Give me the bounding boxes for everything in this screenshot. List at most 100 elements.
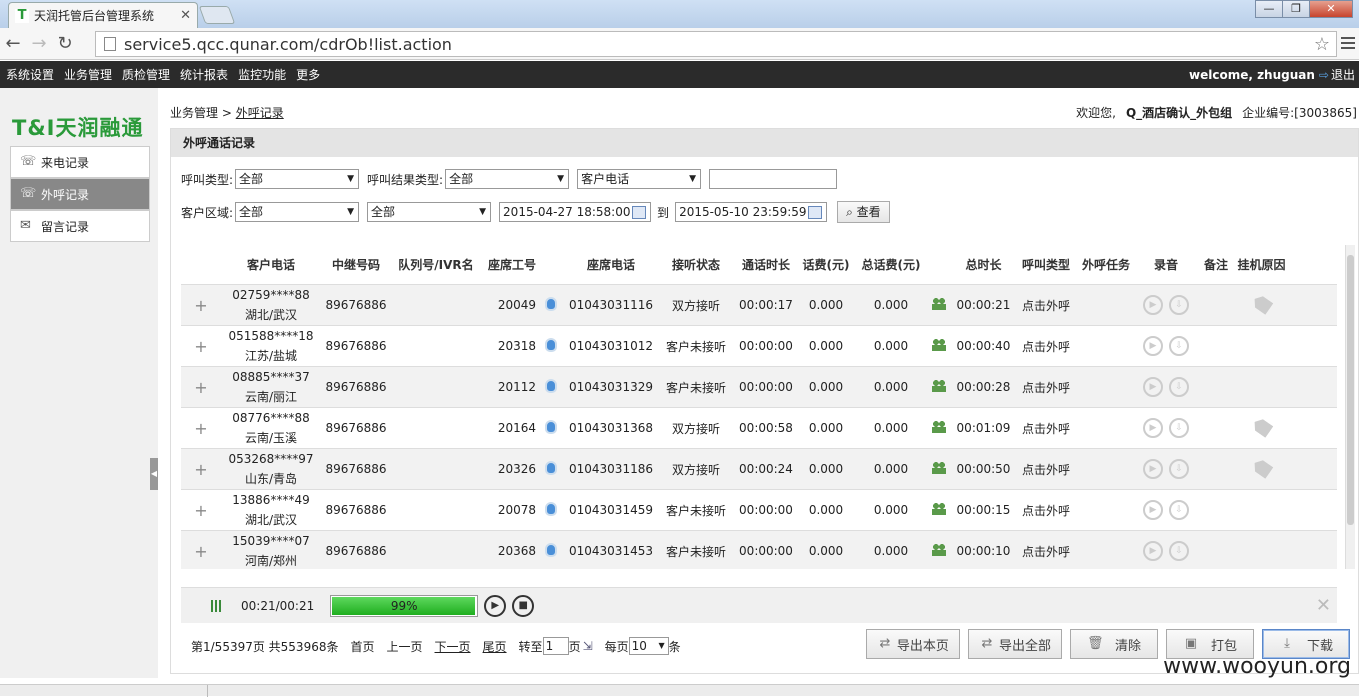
search-value-input[interactable] bbox=[709, 169, 838, 189]
download-recording-icon[interactable]: ⇩ bbox=[1169, 541, 1189, 561]
download-recording-icon[interactable]: ⇩ bbox=[1169, 336, 1189, 356]
minimize-button[interactable]: — bbox=[1255, 0, 1283, 18]
nav-item-system[interactable]: 系统设置 bbox=[6, 66, 54, 83]
logout-link[interactable]: 退出 bbox=[1331, 66, 1355, 83]
table-row[interactable]: + 08885****37 云南/丽江 89676886 20112 010430… bbox=[181, 367, 1337, 408]
tab-close-icon[interactable]: ✕ bbox=[180, 8, 191, 23]
expand-row-icon[interactable]: + bbox=[181, 337, 221, 356]
scrollbar-thumb[interactable] bbox=[1347, 255, 1354, 525]
date-from-input[interactable]: 2015-04-27 18:58:00 bbox=[499, 202, 652, 222]
search-field-select[interactable]: 客户电话 bbox=[577, 169, 702, 189]
expand-row-icon[interactable]: + bbox=[181, 419, 221, 438]
call-type-select[interactable]: 全部 bbox=[235, 169, 360, 189]
result-type-select[interactable]: 全部 bbox=[445, 169, 570, 189]
table-row[interactable]: + 08776****88 云南/玉溪 89676886 20164 010430… bbox=[181, 408, 1337, 449]
bookmark-star-icon[interactable]: ☆ bbox=[1314, 34, 1330, 55]
export-page-button[interactable]: ⇄ 导出本页 bbox=[865, 629, 960, 659]
agent-icon[interactable] bbox=[545, 460, 557, 475]
table-scrollbar[interactable] bbox=[1345, 245, 1355, 569]
back-icon[interactable]: ← bbox=[0, 33, 26, 54]
play-recording-icon[interactable]: ▶ bbox=[1143, 418, 1163, 438]
column-header[interactable]: 外呼任务 bbox=[1076, 256, 1136, 273]
download-recording-icon[interactable]: ⇩ bbox=[1169, 418, 1189, 438]
per-page-select[interactable]: 10 bbox=[628, 637, 669, 655]
close-window-button[interactable]: ✕ bbox=[1309, 0, 1353, 18]
tag-icon[interactable] bbox=[1250, 416, 1273, 438]
province-select[interactable]: 全部 bbox=[235, 202, 360, 222]
table-row[interactable]: + 051588****18 江苏/盐城 89676886 20318 01043… bbox=[181, 326, 1337, 367]
people-icon[interactable] bbox=[931, 461, 946, 474]
expand-row-icon[interactable]: + bbox=[181, 378, 221, 397]
nav-item-more[interactable]: 更多 bbox=[296, 66, 320, 83]
play-button[interactable]: ▶ bbox=[484, 594, 507, 617]
nav-item-quality[interactable]: 质检管理 bbox=[122, 66, 170, 83]
pager-last[interactable]: 尾页 bbox=[483, 638, 507, 655]
sidebar-item-outgoing[interactable]: ☏ 外呼记录 bbox=[10, 178, 150, 210]
column-header[interactable]: 座席电话 bbox=[566, 256, 656, 273]
column-header[interactable]: 通话时长 bbox=[736, 256, 796, 273]
download-recording-icon[interactable]: ⇩ bbox=[1169, 295, 1189, 315]
column-header[interactable]: 客户电话 bbox=[221, 255, 321, 275]
expand-row-icon[interactable]: + bbox=[181, 296, 221, 315]
table-row[interactable]: + 02759****88 湖北/武汉 89676886 20049 010430… bbox=[181, 285, 1337, 326]
agent-icon[interactable] bbox=[545, 542, 557, 557]
tag-icon[interactable] bbox=[1250, 457, 1273, 479]
logout-icon[interactable]: ⇨ bbox=[1319, 68, 1329, 82]
nav-item-monitor[interactable]: 监控功能 bbox=[238, 66, 286, 83]
people-icon[interactable] bbox=[931, 338, 946, 351]
people-icon[interactable] bbox=[931, 297, 946, 310]
player-close-icon[interactable]: ✕ bbox=[1316, 595, 1331, 616]
expand-row-icon[interactable]: + bbox=[181, 501, 221, 520]
table-row[interactable]: + 053268****97 山东/青岛 89676886 20326 01043… bbox=[181, 449, 1337, 490]
play-recording-icon[interactable]: ▶ bbox=[1143, 459, 1163, 479]
nav-item-reports[interactable]: 统计报表 bbox=[180, 66, 228, 83]
stop-button[interactable]: ■ bbox=[512, 594, 535, 617]
play-recording-icon[interactable]: ▶ bbox=[1143, 500, 1163, 520]
download-recording-icon[interactable]: ⇩ bbox=[1169, 500, 1189, 520]
sidebar-item-incoming[interactable]: ☏ 来电记录 bbox=[10, 146, 150, 178]
maximize-button[interactable]: ❐ bbox=[1282, 0, 1310, 18]
player-progress[interactable]: 99% bbox=[330, 594, 479, 617]
agent-icon[interactable] bbox=[545, 419, 557, 434]
people-icon[interactable] bbox=[931, 543, 946, 556]
download-recording-icon[interactable]: ⇩ bbox=[1169, 377, 1189, 397]
nav-item-business[interactable]: 业务管理 bbox=[64, 66, 112, 83]
people-icon[interactable] bbox=[931, 420, 946, 433]
reload-icon[interactable]: ↻ bbox=[52, 33, 78, 54]
date-to-input[interactable]: 2015-05-10 23:59:59 bbox=[675, 202, 828, 222]
column-header[interactable]: 总时长 bbox=[951, 256, 1016, 273]
breadcrumb-root[interactable]: 业务管理 bbox=[170, 106, 218, 120]
city-select[interactable]: 全部 bbox=[367, 202, 492, 222]
column-header[interactable]: 总话费(元) bbox=[856, 256, 926, 273]
column-header[interactable]: 接听状态 bbox=[656, 256, 736, 273]
agent-icon[interactable] bbox=[545, 501, 557, 516]
column-header[interactable]: 话费(元) bbox=[796, 256, 856, 273]
people-icon[interactable] bbox=[931, 502, 946, 515]
play-recording-icon[interactable]: ▶ bbox=[1143, 541, 1163, 561]
people-icon[interactable] bbox=[931, 379, 946, 392]
clear-button[interactable]: 🗑 清除 bbox=[1069, 629, 1158, 659]
new-tab-button[interactable] bbox=[198, 6, 236, 24]
table-row[interactable]: + 15039****07 河南/郑州 89676886 20368 010430… bbox=[181, 531, 1337, 569]
goto-icon[interactable]: ⇲ bbox=[583, 639, 593, 653]
expand-row-icon[interactable]: + bbox=[181, 460, 221, 479]
tag-icon[interactable] bbox=[1250, 293, 1273, 315]
pager-prev[interactable]: 上一页 bbox=[387, 638, 423, 655]
query-button[interactable]: ⌕ 查看 bbox=[837, 201, 890, 223]
play-recording-icon[interactable]: ▶ bbox=[1143, 295, 1163, 315]
column-header[interactable]: 录音 bbox=[1136, 256, 1196, 273]
pager-next[interactable]: 下一页 bbox=[435, 638, 471, 655]
export-all-button[interactable]: ⇄ 导出全部 bbox=[967, 629, 1062, 659]
play-recording-icon[interactable]: ▶ bbox=[1143, 377, 1163, 397]
browser-tab[interactable]: T 天润托管后台管理系统 ✕ bbox=[8, 2, 198, 28]
column-header[interactable]: 队列号/IVR名 bbox=[391, 256, 481, 273]
address-bar[interactable]: service5.qcc.qunar.com/cdrOb!list.action… bbox=[95, 31, 1337, 57]
goto-page-input[interactable]: 1 bbox=[542, 637, 569, 655]
column-header[interactable]: 挂机原因 bbox=[1236, 256, 1287, 273]
browser-menu-icon[interactable] bbox=[1341, 37, 1355, 49]
sidebar-collapse-handle[interactable]: ◀ bbox=[150, 458, 158, 490]
column-header[interactable]: 座席工号 bbox=[481, 256, 536, 273]
agent-icon[interactable] bbox=[545, 296, 557, 311]
play-recording-icon[interactable]: ▶ bbox=[1143, 336, 1163, 356]
column-header[interactable]: 呼叫类型 bbox=[1016, 256, 1076, 273]
